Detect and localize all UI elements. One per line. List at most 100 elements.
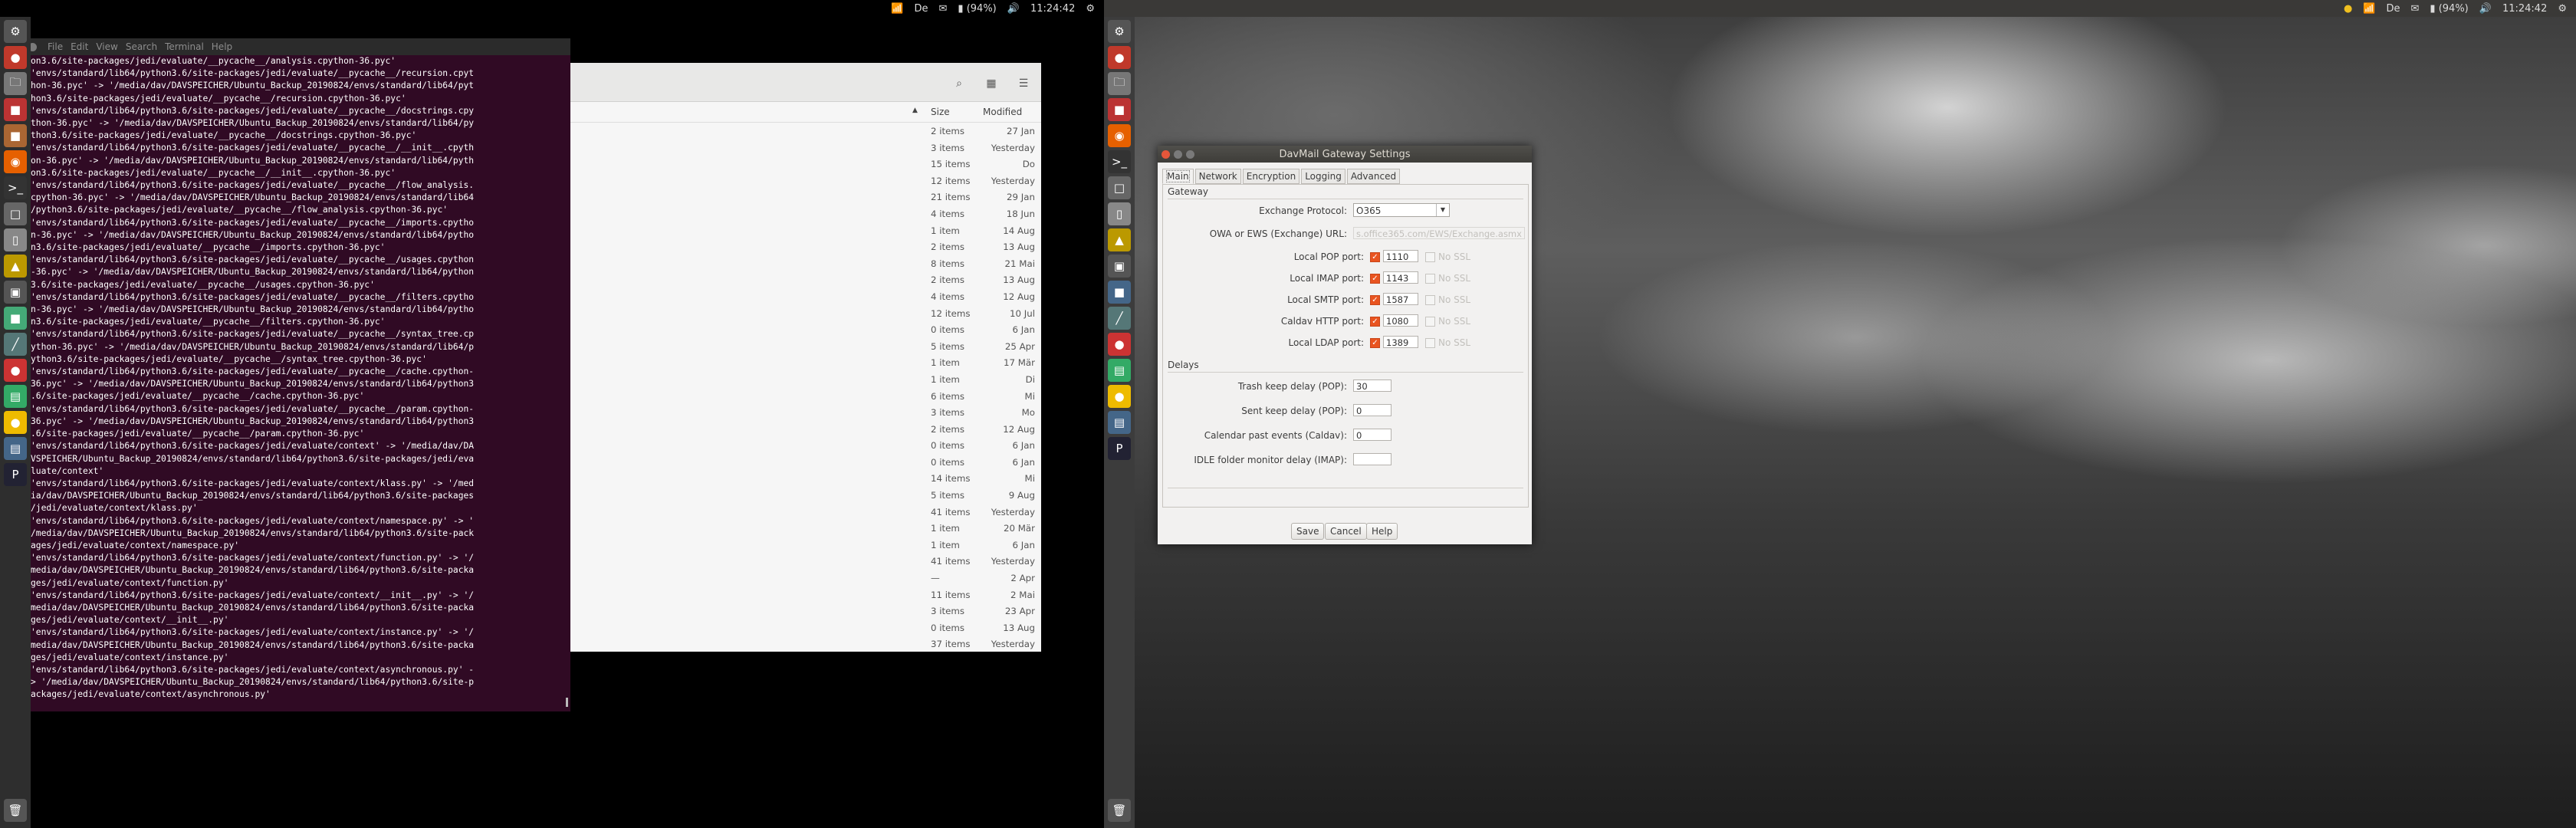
mail-icon[interactable]: ✉ xyxy=(939,4,948,14)
gear-icon[interactable]: ⚙ xyxy=(2558,4,2567,14)
trash-icon[interactable]: 🗑 xyxy=(4,799,27,822)
file-row[interactable]: 0 items 6 Jan xyxy=(569,437,1041,454)
app-icon-7[interactable]: ■ xyxy=(1108,281,1131,304)
delay-field[interactable]: 30 xyxy=(1353,380,1392,392)
terminal-icon[interactable]: >_ xyxy=(1108,150,1131,173)
port-field[interactable]: 1080 xyxy=(1383,314,1418,327)
app-icon-6[interactable]: ▣ xyxy=(4,281,27,304)
exchange-protocol-select[interactable]: O365 ▼ xyxy=(1353,203,1450,217)
app-icon-9[interactable]: ● xyxy=(4,359,27,382)
file-row[interactable]: 12 items Yesterday xyxy=(569,172,1041,189)
enable-port-checkbox[interactable]: ✓ xyxy=(1370,317,1380,327)
file-row[interactable]: 37 items Yesterday xyxy=(569,636,1041,652)
mail-icon[interactable]: ✉ xyxy=(2411,4,2420,14)
file-row[interactable]: 3 items Yesterday xyxy=(569,140,1041,156)
menu-icon[interactable]: ☰ xyxy=(1015,75,1032,92)
file-row[interactable]: 6 items Mi xyxy=(569,388,1041,405)
tab-advanced[interactable]: Advanced xyxy=(1346,169,1401,184)
keyboard-layout-indicator[interactable]: De xyxy=(2387,4,2400,14)
menu-item-help[interactable]: Help xyxy=(212,41,232,52)
file-row[interactable]: 0 items 13 Aug xyxy=(569,619,1041,636)
app-icon-2[interactable]: ■ xyxy=(4,98,27,121)
battery-indicator[interactable]: ▮ (94%) xyxy=(958,4,996,14)
file-row[interactable]: 21 items 29 Jan xyxy=(569,189,1041,205)
files-app-icon[interactable]: 🗀 xyxy=(4,72,27,95)
delay-field[interactable] xyxy=(1353,453,1392,465)
app-icon-11[interactable]: ● xyxy=(4,411,27,434)
file-row[interactable]: 4 items 18 Jun xyxy=(569,205,1041,222)
save-button[interactable]: Save xyxy=(1291,523,1325,540)
dash-gear-icon[interactable]: ⚙ xyxy=(4,20,27,43)
port-field[interactable]: 1110 xyxy=(1383,250,1418,262)
file-row[interactable]: 0 items 6 Jan xyxy=(569,454,1041,471)
notification-icon[interactable]: ● xyxy=(2344,4,2352,14)
no-ssl-checkbox[interactable] xyxy=(1425,274,1435,284)
file-row[interactable]: 2 items 13 Aug xyxy=(569,238,1041,255)
file-row[interactable]: 14 items Mi xyxy=(569,470,1041,487)
app-icon-7[interactable]: ■ xyxy=(4,307,27,330)
owa-url-field[interactable]: s.office365.com/EWS/Exchange.asmx xyxy=(1353,227,1525,239)
enable-port-checkbox[interactable]: ✓ xyxy=(1370,274,1380,284)
port-field[interactable]: 1587 xyxy=(1383,293,1418,305)
file-row[interactable]: 4 items 12 Aug xyxy=(569,288,1041,305)
file-row[interactable]: 2 items 12 Aug xyxy=(569,421,1041,438)
menu-item-terminal[interactable]: Terminal xyxy=(165,41,204,52)
file-row[interactable]: 5 items 9 Aug xyxy=(569,487,1041,504)
firefox-icon[interactable]: ◉ xyxy=(4,150,27,173)
column-modified[interactable]: Modified xyxy=(983,107,1022,117)
app-icon-11[interactable]: ● xyxy=(1108,385,1131,408)
file-row[interactable]: 41 items Yesterday xyxy=(569,553,1041,570)
app-icon-12[interactable]: ▤ xyxy=(4,437,27,460)
file-row[interactable]: 1 item 14 Aug xyxy=(569,222,1041,239)
app-icon-2[interactable]: ■ xyxy=(1108,98,1131,121)
app-icon-4[interactable]: □ xyxy=(1108,176,1131,199)
file-row[interactable]: — 2 Apr xyxy=(569,570,1041,586)
file-row[interactable]: 5 items 25 Apr xyxy=(569,338,1041,355)
keyboard-layout-indicator[interactable]: De xyxy=(915,4,928,14)
terminal-icon[interactable]: >_ xyxy=(4,176,27,199)
no-ssl-checkbox[interactable] xyxy=(1425,317,1435,327)
clock[interactable]: 11:24:42 xyxy=(2502,4,2547,14)
firefox-icon[interactable]: ◉ xyxy=(1108,124,1131,147)
help-button[interactable]: Help xyxy=(1366,523,1398,540)
enable-port-checkbox[interactable]: ✓ xyxy=(1370,295,1380,305)
gear-icon[interactable]: ⚙ xyxy=(1086,4,1095,14)
menu-item-search[interactable]: Search xyxy=(126,41,157,52)
app-icon-10[interactable]: ▤ xyxy=(4,385,27,408)
volume-icon[interactable]: 🔊 xyxy=(1007,4,1020,14)
vlc-icon[interactable]: ▲ xyxy=(1108,228,1131,251)
port-field[interactable]: 1143 xyxy=(1383,271,1418,284)
file-row[interactable]: 1 item Di xyxy=(569,371,1041,388)
trash-icon[interactable]: 🗑 xyxy=(1108,799,1131,822)
delay-field[interactable]: 0 xyxy=(1353,404,1392,416)
menu-item-view[interactable]: View xyxy=(96,41,117,52)
terminal-scrollbar[interactable] xyxy=(566,698,568,707)
app-icon-3[interactable]: ■ xyxy=(4,124,27,147)
delay-field[interactable]: 0 xyxy=(1353,429,1392,441)
vlc-icon[interactable]: ▲ xyxy=(4,255,27,278)
wifi-icon[interactable]: 📶 xyxy=(891,4,903,14)
enable-port-checkbox[interactable]: ✓ xyxy=(1370,338,1380,348)
app-icon-4[interactable]: □ xyxy=(4,202,27,225)
tab-network[interactable]: Network xyxy=(1194,169,1241,184)
file-row[interactable]: 3 items Mo xyxy=(569,404,1041,421)
volume-icon[interactable]: 🔊 xyxy=(2479,4,2492,14)
file-row[interactable]: 8 items 21 Mai xyxy=(569,255,1041,272)
file-row[interactable]: 12 items 10 Jul xyxy=(569,305,1041,322)
cancel-button[interactable]: Cancel xyxy=(1325,523,1367,540)
no-ssl-checkbox[interactable] xyxy=(1425,338,1435,348)
enable-port-checkbox[interactable]: ✓ xyxy=(1370,252,1380,262)
app-icon-9[interactable]: ● xyxy=(1108,333,1131,356)
app-icon-5[interactable]: ▯ xyxy=(1108,202,1131,225)
app-icon-5[interactable]: ▯ xyxy=(4,228,27,251)
no-ssl-checkbox[interactable] xyxy=(1425,295,1435,305)
app-icon-8[interactable]: ╱ xyxy=(1108,307,1131,330)
grid-view-icon[interactable]: ▦ xyxy=(983,75,1000,92)
file-row[interactable]: 1 item 6 Jan xyxy=(569,537,1041,554)
wifi-icon[interactable]: 📶 xyxy=(2363,4,2375,14)
tab-main[interactable]: Main xyxy=(1162,169,1194,184)
menu-item-file[interactable]: File xyxy=(48,41,63,52)
file-row[interactable]: 2 items 13 Aug xyxy=(569,271,1041,288)
file-row[interactable]: 1 item 17 Mär xyxy=(569,354,1041,371)
app-icon-8[interactable]: ╱ xyxy=(4,333,27,356)
